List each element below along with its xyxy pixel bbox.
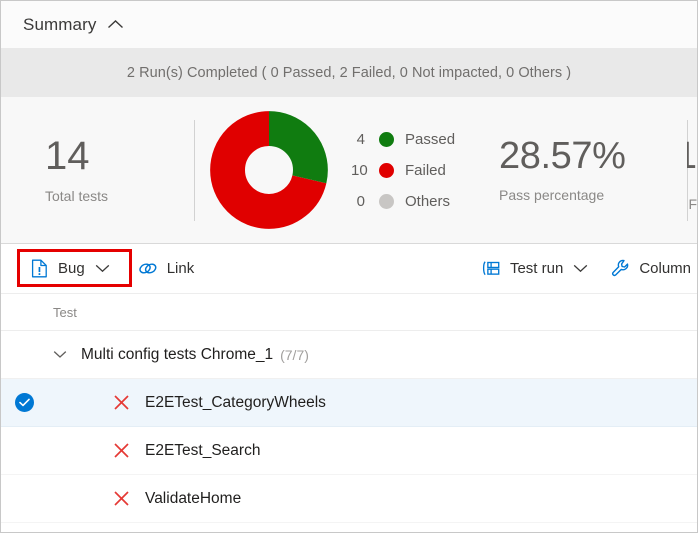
test-name: E2ETest_CategoryWheels bbox=[145, 393, 326, 411]
chevron-down-icon[interactable] bbox=[95, 264, 110, 273]
pass-percentage-label: Pass percentage bbox=[499, 187, 605, 204]
clipped-metric-value: 1 bbox=[687, 135, 697, 178]
wrench-icon bbox=[610, 259, 630, 279]
column-options-button[interactable]: Column bbox=[604, 253, 697, 285]
run-status-strip: 2 Run(s) Completed ( 0 Passed, 2 Failed,… bbox=[1, 48, 697, 97]
table-row[interactable]: ValidateHome bbox=[1, 475, 697, 523]
bug-page-icon bbox=[29, 259, 49, 279]
bug-button[interactable]: Bug bbox=[23, 253, 116, 285]
check-circle-icon bbox=[15, 393, 34, 412]
clipped-metric: 1 F bbox=[687, 97, 697, 243]
summary-header[interactable]: Summary bbox=[1, 1, 697, 48]
command-bar-right: Test run Column bbox=[475, 253, 697, 285]
link-button[interactable]: Link bbox=[132, 253, 201, 285]
legend-count-passed: 4 bbox=[356, 130, 365, 148]
pass-percentage-value: 28.57% bbox=[499, 134, 626, 177]
pass-percentage-metric: 28.57% Pass percentage bbox=[499, 134, 626, 204]
table-row[interactable]: E2ETest_CategoryWheels bbox=[1, 379, 697, 427]
group-row-count: (7/7) bbox=[280, 346, 309, 363]
row-selection-checkbox[interactable] bbox=[1, 393, 48, 412]
bug-button-label: Bug bbox=[58, 260, 85, 277]
test-name: E2ETest_Search bbox=[145, 441, 261, 459]
total-tests-label: Total tests bbox=[45, 188, 109, 205]
legend-label-passed: Passed bbox=[405, 130, 456, 148]
legend-item-others: 0 Others bbox=[351, 191, 455, 211]
test-run-button-label: Test run bbox=[509, 260, 564, 277]
legend-dot-others bbox=[379, 193, 394, 209]
column-options-label: Column bbox=[639, 260, 691, 277]
group-by-icon bbox=[481, 259, 501, 279]
table-row[interactable]: E2ETest_Search bbox=[1, 427, 697, 475]
legend-dot-failed bbox=[379, 162, 394, 178]
table-header: Test bbox=[1, 294, 697, 331]
chevron-up-icon[interactable] bbox=[107, 19, 124, 30]
legend-count-others: 0 bbox=[356, 192, 365, 210]
legend-item-passed: 4 Passed bbox=[351, 129, 455, 149]
test-name: ValidateHome bbox=[145, 489, 242, 507]
link-icon bbox=[138, 259, 158, 279]
fail-x-icon bbox=[110, 394, 132, 411]
column-header-test: Test bbox=[53, 304, 77, 320]
legend-label-others: Others bbox=[405, 192, 451, 210]
chart-legend: 4 Passed 10 Failed 0 Others bbox=[351, 129, 455, 211]
command-bar-left: Bug Link bbox=[1, 253, 200, 285]
table-group-row[interactable]: Multi config tests Chrome_1 (7/7) bbox=[1, 331, 697, 379]
legend-label-failed: Failed bbox=[405, 161, 446, 179]
group-row-name: Multi config tests Chrome_1 bbox=[81, 345, 274, 363]
page-title: Summary bbox=[23, 14, 97, 34]
legend-dot-passed bbox=[379, 131, 394, 147]
chevron-down-icon[interactable] bbox=[53, 350, 81, 359]
fail-x-icon bbox=[110, 490, 132, 507]
link-button-label: Link bbox=[166, 260, 195, 277]
summary-metrics: 14 Total tests 4 Passed 10 Failed 0 Othe… bbox=[1, 97, 697, 244]
clipped-metric-label: F bbox=[688, 196, 697, 212]
fail-x-icon bbox=[110, 442, 132, 459]
test-results-panel: Summary 2 Run(s) Completed ( 0 Passed, 2… bbox=[0, 0, 698, 533]
results-donut-chart bbox=[195, 110, 343, 230]
legend-count-failed: 10 bbox=[351, 161, 368, 179]
chevron-down-icon[interactable] bbox=[573, 264, 588, 273]
legend-item-failed: 10 Failed bbox=[351, 160, 455, 180]
command-bar: Bug Link Test run Column bbox=[1, 244, 697, 294]
test-run-button[interactable]: Test run bbox=[475, 253, 594, 285]
donut-svg bbox=[210, 111, 328, 229]
run-status-text: 2 Run(s) Completed ( 0 Passed, 2 Failed,… bbox=[126, 64, 572, 81]
total-tests-value: 14 bbox=[45, 133, 90, 178]
total-tests-metric: 14 Total tests bbox=[1, 133, 194, 205]
